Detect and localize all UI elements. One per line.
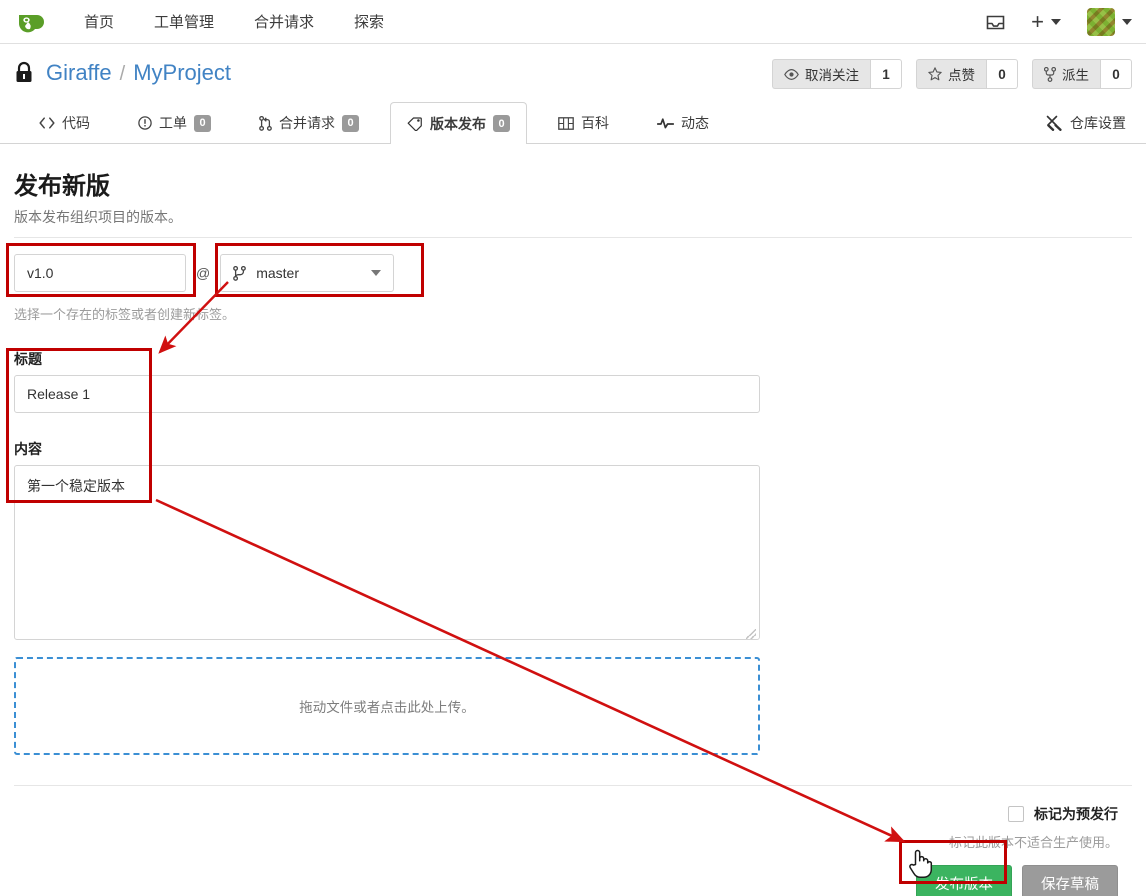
star-count[interactable]: 0 bbox=[986, 59, 1018, 89]
tab-settings[interactable]: 仓库设置 bbox=[1046, 102, 1126, 143]
create-new-menu[interactable]: + bbox=[1031, 11, 1061, 33]
git-pull-request-icon bbox=[259, 115, 272, 131]
fork-label: 派生 bbox=[1062, 68, 1089, 83]
avatar[interactable] bbox=[1087, 8, 1115, 36]
at-symbol: @ bbox=[196, 265, 211, 281]
plus-icon: + bbox=[1031, 9, 1044, 34]
pulse-icon bbox=[657, 117, 674, 130]
tab-pull-requests-badge: 0 bbox=[342, 114, 359, 132]
issue-opened-icon bbox=[138, 116, 152, 130]
tab-code[interactable]: 代码 bbox=[22, 102, 107, 143]
tab-activity-label: 动态 bbox=[681, 115, 709, 131]
repo-tabbar: 代码 工单 0 合并请求 0 版本发布 0 百科 动态 仓库设置 bbox=[0, 102, 1146, 144]
breadcrumb-project[interactable]: MyProject bbox=[133, 60, 231, 86]
project-header: Giraffe / MyProject 取消关注 1 点赞 0 派生 0 bbox=[0, 44, 1146, 102]
save-draft-button[interactable]: 保存草稿 bbox=[1022, 865, 1118, 896]
tab-pull-requests[interactable]: 合并请求 0 bbox=[242, 102, 376, 143]
book-icon bbox=[558, 116, 574, 130]
chevron-down-icon bbox=[1122, 19, 1132, 25]
page-title: 发布新版 bbox=[14, 173, 110, 200]
lock-icon bbox=[14, 61, 34, 85]
prerelease-hint: 标记此版本不适合生产使用。 bbox=[948, 835, 1118, 850]
header-divider bbox=[14, 237, 1132, 238]
tab-issues[interactable]: 工单 0 bbox=[121, 102, 228, 143]
star-button[interactable]: 点赞 bbox=[916, 59, 986, 89]
star-button-group: 点赞 0 bbox=[916, 59, 1018, 89]
project-actions: 取消关注 1 点赞 0 派生 0 bbox=[758, 59, 1132, 89]
giraffe-leaf-logo-icon[interactable] bbox=[14, 7, 48, 37]
eye-icon bbox=[784, 68, 799, 80]
fork-button[interactable]: 派生 bbox=[1032, 59, 1100, 89]
git-branch-icon bbox=[233, 265, 247, 281]
release-body-textarea[interactable]: 第一个稳定版本 bbox=[14, 465, 760, 640]
body-field-label: 内容 bbox=[14, 441, 42, 457]
breadcrumb: Giraffe / MyProject bbox=[46, 60, 231, 86]
breadcrumb-owner[interactable]: Giraffe bbox=[46, 60, 112, 86]
tab-activity[interactable]: 动态 bbox=[640, 102, 726, 143]
tab-pull-requests-label: 合并请求 bbox=[279, 115, 335, 131]
nav-link-home[interactable]: 首页 bbox=[70, 7, 128, 36]
body-textarea-wrap: 第一个稳定版本 bbox=[14, 465, 760, 643]
branch-select[interactable]: master bbox=[220, 254, 395, 292]
watch-button-group: 取消关注 1 bbox=[772, 59, 902, 89]
branch-select-value: master bbox=[256, 265, 300, 281]
tab-wiki-label: 百科 bbox=[581, 115, 609, 131]
release-form: 发布新版 版本发布组织项目的版本。 @ master 选择一个存在的标签或者创建 bbox=[0, 144, 1146, 896]
tab-issues-label: 工单 bbox=[159, 115, 187, 131]
tag-name-input[interactable] bbox=[14, 254, 186, 292]
tab-releases-badge: 0 bbox=[493, 115, 510, 132]
nav-link-issues[interactable]: 工单管理 bbox=[140, 7, 228, 36]
star-icon bbox=[928, 67, 942, 81]
tab-wiki[interactable]: 百科 bbox=[541, 102, 626, 143]
file-dropzone[interactable]: 拖动文件或者点击此处上传。 bbox=[14, 657, 760, 755]
publish-release-button[interactable]: 发布版本 bbox=[916, 865, 1012, 896]
watch-button[interactable]: 取消关注 bbox=[772, 59, 870, 89]
breadcrumb-separator: / bbox=[119, 63, 126, 85]
fork-button-group: 派生 0 bbox=[1032, 59, 1132, 89]
inbox-icon[interactable] bbox=[981, 8, 1009, 36]
code-icon bbox=[39, 117, 55, 129]
file-dropzone-label: 拖动文件或者点击此处上传。 bbox=[299, 700, 475, 715]
prerelease-row: 标记为预发行 bbox=[14, 804, 1132, 824]
tab-releases[interactable]: 版本发布 0 bbox=[390, 102, 527, 144]
tag-hint: 选择一个存在的标签或者创建新标签。 bbox=[14, 307, 236, 322]
tag-row: @ master bbox=[14, 254, 1132, 292]
nav-links: 首页 工单管理 合并请求 探索 bbox=[70, 7, 410, 36]
title-field-label: 标题 bbox=[14, 351, 42, 367]
fork-count[interactable]: 0 bbox=[1100, 59, 1132, 89]
top-navbar: 首页 工单管理 合并请求 探索 + bbox=[0, 0, 1146, 44]
chevron-down-icon bbox=[371, 270, 382, 276]
tab-releases-label: 版本发布 bbox=[430, 115, 486, 132]
tab-issues-badge: 0 bbox=[194, 114, 211, 132]
tools-icon bbox=[1046, 115, 1063, 131]
watch-label: 取消关注 bbox=[805, 68, 859, 83]
chevron-down-icon bbox=[1051, 19, 1061, 25]
form-actions: 发布版本 保存草稿 bbox=[14, 865, 1132, 896]
footer-divider bbox=[14, 785, 1132, 786]
page-root: 首页 工单管理 合并请求 探索 + Giraffe / MyProject 取消… bbox=[0, 0, 1146, 896]
nav-link-explore[interactable]: 探索 bbox=[340, 7, 398, 36]
release-title-input[interactable] bbox=[14, 375, 760, 413]
navbar-right: + bbox=[967, 0, 1132, 44]
user-menu[interactable] bbox=[1087, 8, 1132, 36]
fork-icon bbox=[1044, 66, 1056, 82]
tag-icon bbox=[407, 116, 423, 131]
watch-count[interactable]: 1 bbox=[870, 59, 902, 89]
tab-settings-label: 仓库设置 bbox=[1070, 114, 1126, 131]
prerelease-label: 标记为预发行 bbox=[1034, 806, 1118, 822]
prerelease-checkbox[interactable] bbox=[1008, 806, 1024, 822]
page-subtitle: 版本发布组织项目的版本。 bbox=[14, 209, 182, 225]
tab-code-label: 代码 bbox=[62, 115, 90, 131]
star-label: 点赞 bbox=[948, 68, 975, 83]
nav-link-pull-requests[interactable]: 合并请求 bbox=[240, 7, 328, 36]
